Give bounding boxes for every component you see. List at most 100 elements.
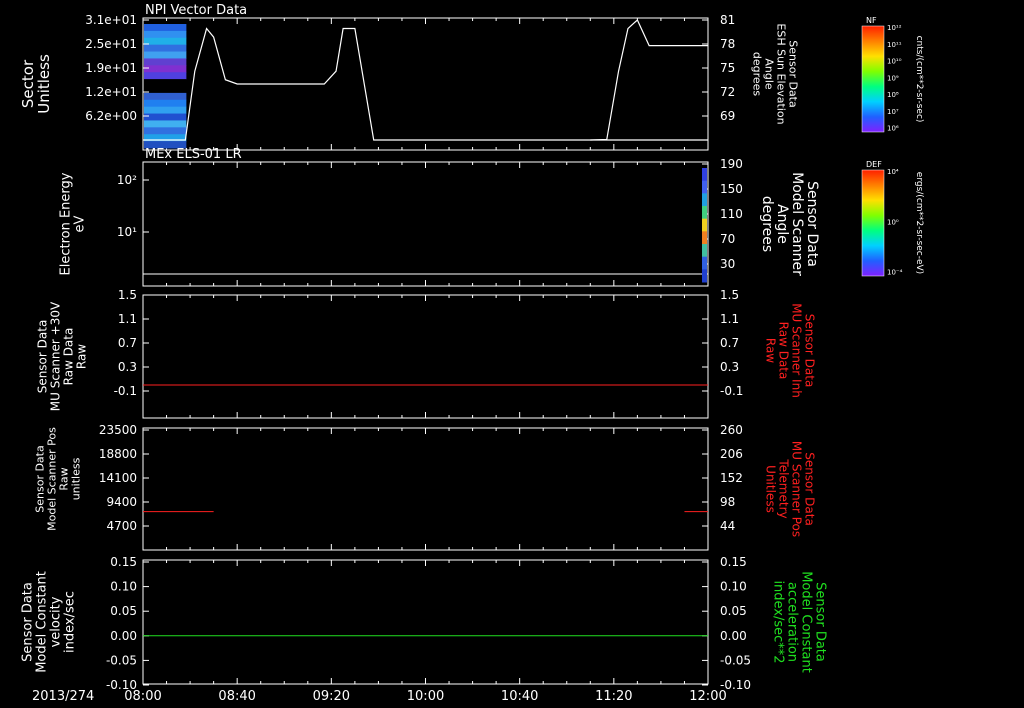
y-tick-label-left: 6.2e+00 bbox=[85, 109, 137, 123]
heatmap-cell bbox=[144, 92, 187, 101]
y-tick-label-left: 0.00 bbox=[110, 629, 137, 643]
y-tick-label-right: 81 bbox=[720, 13, 735, 27]
y-axis-label-right-line: Model Scanner bbox=[789, 172, 805, 276]
colorbar-def-unit-line: ergs/(cm**2-sr-sec-eV) bbox=[914, 172, 924, 274]
y-axis-label-left-line: Unitless bbox=[35, 54, 53, 114]
y-tick-label-right: 150 bbox=[720, 182, 743, 196]
y-tick-label-left: 10¹ bbox=[117, 225, 137, 239]
heatmap-cell bbox=[144, 37, 187, 46]
panel-frame-5 bbox=[142, 559, 709, 685]
panel-frame-4 bbox=[142, 427, 709, 551]
heatmap-cell bbox=[702, 180, 707, 194]
y-tick-label-left: 0.3 bbox=[118, 360, 137, 374]
y-axis-label-right-line: Telemetry bbox=[777, 458, 791, 518]
heatmap-cell bbox=[144, 30, 187, 39]
colorbar-def-title: DEF bbox=[866, 160, 882, 169]
y-tick-label-right: 1.5 bbox=[720, 288, 739, 302]
heatmap-cell bbox=[702, 218, 707, 232]
y-tick-label-right: 44 bbox=[720, 519, 735, 533]
heatmap-cell bbox=[144, 127, 187, 135]
y-axis-label-left-line: MU Scanner +30V bbox=[49, 301, 63, 411]
y-axis-label-right-line: Sensor Data bbox=[804, 181, 820, 267]
y-tick-label-right: 1.1 bbox=[720, 312, 739, 326]
y-tick-label-left: 0.7 bbox=[118, 336, 137, 350]
heatmap-cell bbox=[144, 86, 187, 94]
panel-title: MEx ELS-01 LR bbox=[145, 147, 242, 162]
y-tick-label-left: 2.5e+01 bbox=[85, 37, 137, 51]
y-tick-label-left: 18800 bbox=[99, 447, 137, 461]
colorbar-nf-unit: cnts/(cm**2-sr-sec) bbox=[914, 36, 924, 123]
y-axis-label-left-line: Raw Data bbox=[62, 328, 76, 386]
y-axis-label-right: Sensor DataModel Constantaccelerationind… bbox=[771, 571, 828, 673]
y-tick-label-right: 0.15 bbox=[720, 555, 747, 569]
y-tick-label-right: 0.7 bbox=[720, 336, 739, 350]
y-axis-label-right-line: Raw Data bbox=[777, 322, 791, 380]
y-tick-label-right: 30 bbox=[720, 257, 735, 271]
colorbar-nf-tick: 10⁹ bbox=[887, 74, 899, 82]
y-tick-label-right: 0.3 bbox=[720, 360, 739, 374]
y-tick-label-right: 69 bbox=[720, 109, 735, 123]
y-axis-label-right: Sensor DataMU Scanner PosTelemetryUnitle… bbox=[764, 441, 817, 537]
y-axis-label-left: Electron Energy eV bbox=[58, 172, 87, 275]
colorbar-def-unit: ergs/(cm**2-sr-sec-eV) bbox=[914, 172, 924, 274]
y-axis-label-left-line: Sensor Data bbox=[20, 582, 35, 662]
colorbar-nf-tick: 10⁸ bbox=[887, 91, 899, 99]
y-tick-label-right: 190 bbox=[720, 157, 743, 171]
y-axis-label-right-line: Sensor Data bbox=[803, 314, 817, 388]
panel-frame-1 bbox=[142, 17, 709, 151]
y-tick-label-left: 3.1e+01 bbox=[85, 13, 137, 27]
y-tick-label-right: 110 bbox=[720, 207, 743, 221]
sun-elevation-line bbox=[143, 27, 708, 141]
time-tick-label: 08:00 bbox=[124, 689, 161, 704]
colorbar-nf-title: NF bbox=[866, 16, 877, 25]
y-tick-label-left: 0.15 bbox=[110, 555, 137, 569]
colorbar-def-tick: 10⁻⁴ bbox=[887, 269, 903, 277]
heatmap-cell bbox=[144, 51, 187, 59]
y-axis-label-left-line: index/sec bbox=[62, 591, 77, 653]
y-axis-label-left-line: Sensor Data bbox=[36, 320, 50, 394]
y-tick-label-right: 75 bbox=[720, 61, 735, 75]
y-axis-label-right: Sensor DataESH Sun ElevationAngledegrees bbox=[750, 23, 799, 124]
y-axis-label-left: Sensor Data MU Scanner +30V Raw Data Raw bbox=[36, 301, 89, 411]
panel-frame-3 bbox=[142, 294, 709, 419]
y-tick-label-right: 260 bbox=[720, 423, 743, 437]
y-tick-label-left: 23500 bbox=[99, 423, 137, 437]
y-tick-label-left: 1.9e+01 bbox=[85, 61, 137, 75]
heatmap-cell bbox=[702, 269, 707, 283]
heatmap-cell bbox=[144, 113, 187, 121]
y-tick-label-left: 1.5 bbox=[118, 288, 137, 302]
y-tick-label-left: 1.1 bbox=[118, 312, 137, 326]
y-axis-label-left-line: Electron Energy bbox=[58, 172, 73, 275]
y-axis-label-right-line: MU Scanner Pos bbox=[790, 441, 804, 537]
colorbar-nf-tick: 10⁶ bbox=[887, 125, 899, 133]
y-tick-label-left: -0.1 bbox=[114, 384, 137, 398]
y-tick-label-right: 78 bbox=[720, 37, 735, 51]
y-tick-label-right: 206 bbox=[720, 447, 743, 461]
time-tick-label: 08:40 bbox=[218, 689, 255, 704]
time-tick-label: 11:20 bbox=[595, 689, 632, 704]
y-tick-label-left: 0.10 bbox=[110, 580, 137, 594]
y-tick-label-left: 10² bbox=[117, 173, 137, 187]
y-tick-label-left: 14100 bbox=[99, 471, 137, 485]
y-axis-label-left-line: Model Constant bbox=[34, 571, 49, 673]
y-tick-label-left: 4700 bbox=[106, 519, 137, 533]
colorbar-nf-tick: 10⁷ bbox=[887, 108, 899, 116]
colorbar-def-bar bbox=[861, 169, 885, 277]
heatmap-cell bbox=[144, 99, 187, 108]
heatmap-cell bbox=[702, 193, 707, 207]
sun-elevation-line bbox=[590, 19, 708, 141]
y-tick-label-right: 72 bbox=[720, 85, 735, 99]
y-axis-label-right: Sensor DataMU Scanner InhRaw DataRaw bbox=[764, 303, 817, 398]
heatmap-cell bbox=[144, 44, 187, 53]
y-axis-label-left-line: unitless bbox=[70, 457, 83, 500]
heatmap-cell bbox=[144, 58, 187, 66]
panel-title: NPI Vector Data bbox=[145, 3, 247, 18]
heatmap-cell bbox=[702, 244, 707, 258]
y-tick-label-left: 1.2e+01 bbox=[85, 85, 137, 99]
time-tick-label: 10:00 bbox=[407, 689, 444, 704]
colorbar-nf-tick: 10¹¹ bbox=[887, 41, 902, 49]
y-axis-label-right-line: degrees bbox=[759, 196, 775, 252]
colorbar-nf-bar bbox=[861, 25, 885, 133]
heatmap-cell bbox=[702, 168, 707, 182]
heatmap-cell bbox=[144, 120, 187, 128]
